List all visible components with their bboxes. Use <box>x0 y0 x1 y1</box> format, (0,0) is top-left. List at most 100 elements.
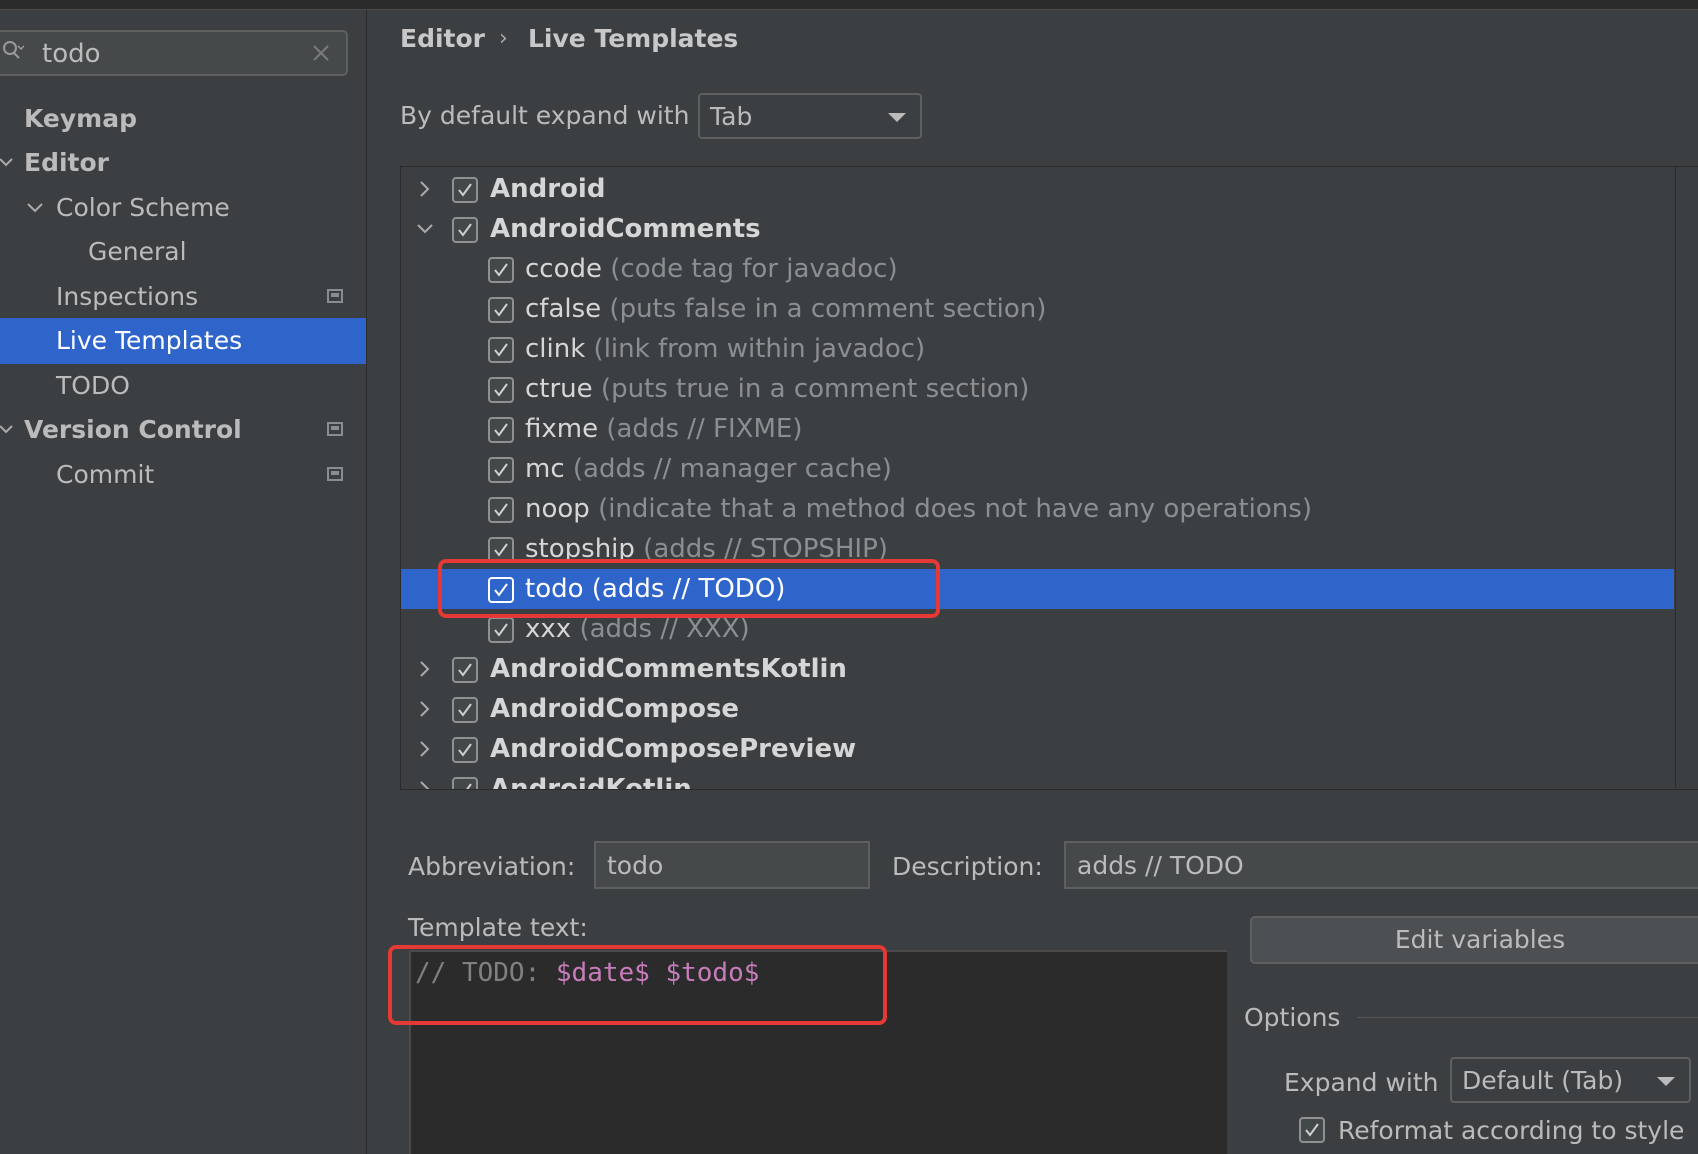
nav-item-todo[interactable]: TODO <box>0 363 366 409</box>
checkbox[interactable] <box>488 457 514 483</box>
nav-item-label: TODO <box>56 371 130 400</box>
template-row-noop[interactable]: noop (indicate that a method does not ha… <box>401 489 1674 529</box>
checkbox[interactable] <box>488 337 514 363</box>
template-variable-todo: $todo$ <box>665 958 760 988</box>
chevron-down-icon[interactable] <box>0 407 16 453</box>
checkbox[interactable] <box>488 417 514 443</box>
expand-with-label: Expand with <box>1284 1068 1439 1097</box>
template-abbreviation: noop <box>525 494 590 524</box>
tree-group-row[interactable]: Android <box>401 169 1674 209</box>
template-text-editor[interactable]: // TODO: $date$ $todo$ <box>409 950 1227 1154</box>
template-text-label: Template text: <box>408 913 588 942</box>
description-input[interactable]: adds // TODO <box>1064 841 1698 889</box>
nav-item-label: Live Templates <box>56 326 243 355</box>
description-label: Description: <box>892 852 1043 881</box>
chevron-right-icon[interactable] <box>415 179 435 199</box>
template-abbreviation: todo <box>525 574 584 604</box>
reformat-checkbox[interactable] <box>1299 1117 1325 1143</box>
template-row-fixme[interactable]: fixme (adds // FIXME) <box>401 409 1674 449</box>
window-top-border <box>0 0 1698 10</box>
expand-with-select[interactable]: Default (Tab) <box>1450 1057 1691 1103</box>
template-abbreviation: stopship <box>525 534 635 564</box>
tree-group-row[interactable]: AndroidCommentsKotlin <box>401 649 1674 689</box>
clear-search-icon[interactable] <box>312 44 330 62</box>
breadcrumb-current: Live Templates <box>528 24 739 53</box>
breadcrumb-separator-icon: › <box>499 26 508 51</box>
options-separator <box>1357 1017 1698 1018</box>
nav-item-general[interactable]: General <box>0 229 366 275</box>
checkbox[interactable] <box>488 497 514 523</box>
settings-sidebar: todo Keymap Editor Color Scheme General … <box>0 10 367 1154</box>
checkbox[interactable] <box>488 257 514 283</box>
template-abbreviation: ctrue <box>525 374 593 404</box>
project-settings-icon <box>327 422 343 436</box>
template-description: (adds // manager cache) <box>572 454 892 484</box>
checkbox[interactable] <box>488 377 514 403</box>
template-row-ccode[interactable]: ccode (code tag for javadoc) <box>401 249 1674 289</box>
template-row-stopship[interactable]: stopship (adds // STOPSHIP) <box>401 529 1674 569</box>
checkbox[interactable] <box>452 177 478 203</box>
chevron-down-icon[interactable] <box>0 140 16 186</box>
chevron-down-icon[interactable] <box>415 219 435 239</box>
template-description: (adds // TODO) <box>591 574 786 604</box>
abbreviation-input[interactable]: todo <box>594 841 870 889</box>
nav-item-editor[interactable]: Editor <box>0 140 366 186</box>
template-row-ctrue[interactable]: ctrue (puts true in a comment section) <box>401 369 1674 409</box>
checkbox[interactable] <box>452 657 478 683</box>
expand-default-select[interactable]: Tab <box>698 93 922 139</box>
template-abbreviation: xxx <box>525 614 572 644</box>
description-value: adds // TODO <box>1077 851 1244 880</box>
options-label: Options <box>1244 1003 1341 1032</box>
nav-item-commit[interactable]: Commit <box>0 452 366 498</box>
nav-item-label: Commit <box>56 460 155 489</box>
nav-item-label: Inspections <box>56 282 199 311</box>
checkbox[interactable] <box>452 777 478 789</box>
edit-variables-button[interactable]: Edit variables <box>1250 916 1698 964</box>
reformat-label: Reformat according to style <box>1338 1116 1685 1145</box>
chevron-right-icon[interactable] <box>415 659 435 679</box>
project-settings-icon <box>327 467 343 481</box>
template-code: // TODO: $date$ $todo$ <box>415 958 759 988</box>
template-row-xxx[interactable]: xxx (adds // XXX) <box>401 609 1674 649</box>
checkbox[interactable] <box>488 297 514 323</box>
search-icon <box>3 41 24 59</box>
template-description: (adds // XXX) <box>579 614 750 644</box>
checkbox[interactable] <box>488 577 514 603</box>
checkbox[interactable] <box>488 617 514 643</box>
abbreviation-value: todo <box>607 851 664 880</box>
expand-default-label: By default expand with <box>400 101 690 130</box>
template-row-mc[interactable]: mc (adds // manager cache) <box>401 449 1674 489</box>
nav-item-color-scheme[interactable]: Color Scheme <box>0 185 366 231</box>
tree-group-row[interactable]: AndroidKotlin <box>401 769 1674 790</box>
tree-group-name: AndroidCommentsKotlin <box>490 654 847 684</box>
tree-group-name: AndroidComments <box>490 214 761 244</box>
tree-group-name: Android <box>490 174 606 204</box>
checkbox[interactable] <box>452 737 478 763</box>
nav-item-version-control[interactable]: Version Control <box>0 407 366 453</box>
template-row-cfalse[interactable]: cfalse (puts false in a comment section) <box>401 289 1674 329</box>
template-description: (code tag for javadoc) <box>610 254 898 284</box>
settings-search-input[interactable]: todo <box>0 30 348 76</box>
breadcrumb-parent[interactable]: Editor <box>400 24 485 53</box>
chevron-right-icon[interactable] <box>415 699 435 719</box>
checkbox[interactable] <box>488 537 514 563</box>
search-query: todo <box>42 39 101 69</box>
tree-group-row[interactable]: AndroidCompose <box>401 689 1674 729</box>
template-comment: // TODO: <box>415 958 556 988</box>
nav-item-inspections[interactable]: Inspections <box>0 274 366 320</box>
template-description: (indicate that a method does not have an… <box>598 494 1312 524</box>
tree-group-row[interactable]: AndroidComposePreview <box>401 729 1674 769</box>
chevron-down-icon[interactable] <box>26 185 44 231</box>
checkbox[interactable] <box>452 217 478 243</box>
template-description: (adds // FIXME) <box>606 414 803 444</box>
tree-group-row[interactable]: AndroidComments <box>401 209 1674 249</box>
nav-item-live-templates[interactable]: Live Templates <box>0 318 366 364</box>
template-row-todo[interactable]: todo (adds // TODO) <box>401 569 1674 609</box>
nav-item-keymap[interactable]: Keymap <box>0 96 366 142</box>
template-row-clink[interactable]: clink (link from within javadoc) <box>401 329 1674 369</box>
chevron-right-icon[interactable] <box>415 779 435 790</box>
checkbox[interactable] <box>452 697 478 723</box>
dropdown-arrow-icon <box>888 113 906 122</box>
live-templates-tree[interactable]: Android AndroidComments ccode (code tag … <box>400 166 1698 790</box>
chevron-right-icon[interactable] <box>415 739 435 759</box>
